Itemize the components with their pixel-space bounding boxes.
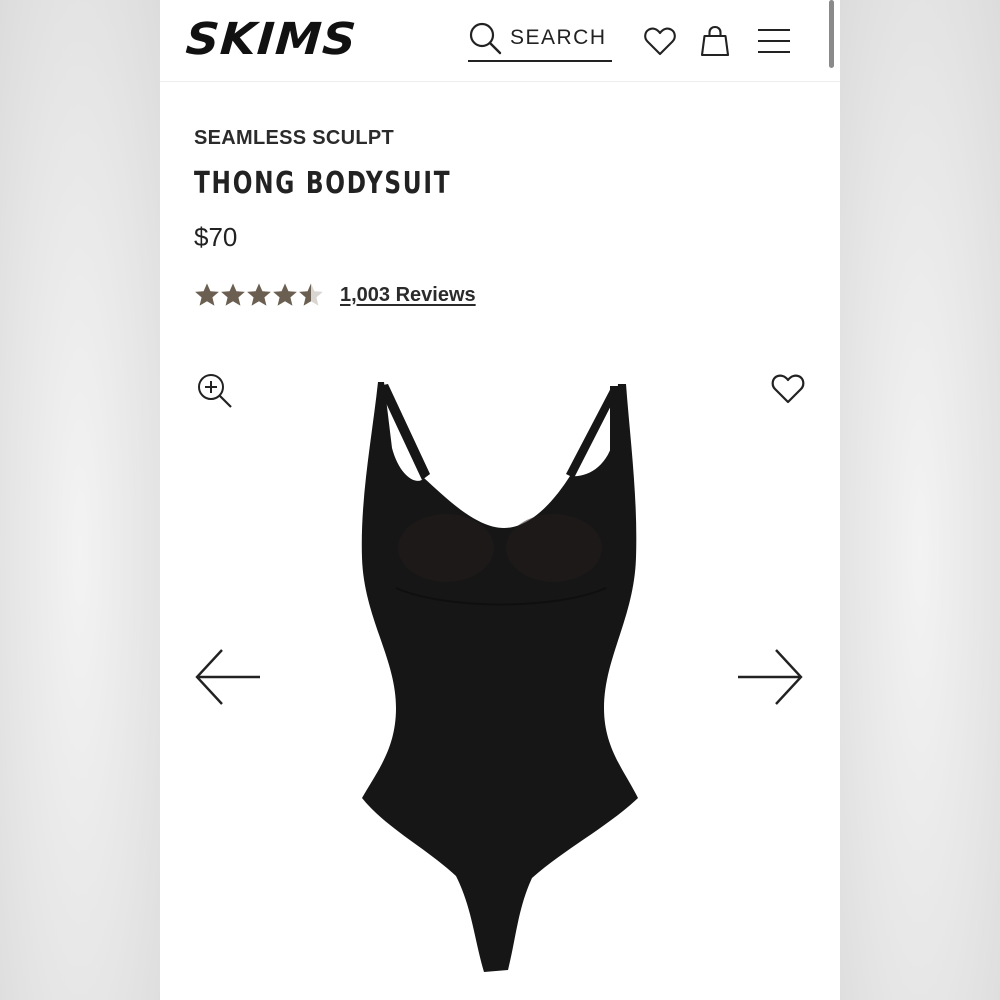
- star-half-icon: [299, 283, 323, 306]
- page-scrollbar[interactable]: [829, 0, 834, 68]
- wishlist-button[interactable]: [643, 24, 677, 58]
- search-label: SEARCH: [510, 26, 607, 49]
- cart-button[interactable]: [698, 24, 732, 58]
- product-title: THONG BODYSUIT: [194, 166, 452, 201]
- previous-image-button[interactable]: [194, 645, 262, 709]
- rating-stars: [194, 282, 324, 308]
- blurred-background-left: [0, 0, 160, 1000]
- zoom-in-icon: [198, 374, 232, 408]
- next-image-button[interactable]: [736, 645, 804, 709]
- menu-icon: [758, 28, 790, 54]
- star-full-icon: [273, 283, 297, 306]
- product-rating: 1,003 Reviews: [194, 282, 476, 308]
- skims-logo[interactable]: SKIMS: [184, 14, 359, 65]
- product-collection: SEAMLESS SCULPT: [194, 127, 395, 149]
- product-image-bodysuit: [361, 382, 638, 972]
- search-icon: [469, 22, 502, 55]
- star-full-icon: [221, 283, 245, 306]
- zoom-button[interactable]: [196, 372, 234, 410]
- blurred-background-right: [840, 0, 1000, 1000]
- search-bar[interactable]: SEARCH: [468, 16, 612, 62]
- product-page: SKIMS SEARCH SEAMLESS SCULPT THONG BODYS…: [160, 0, 840, 1000]
- arrow-left-icon: [195, 649, 260, 705]
- site-header: SKIMS SEARCH: [160, 0, 840, 82]
- menu-button[interactable]: [757, 24, 791, 58]
- product-price: $70: [194, 222, 238, 252]
- reviews-link[interactable]: 1,003 Reviews: [340, 284, 476, 307]
- favorite-heart-icon: [771, 374, 805, 404]
- star-full-icon: [195, 283, 219, 306]
- heart-icon: [644, 27, 676, 56]
- bag-icon: [700, 25, 730, 57]
- add-to-favorites-button[interactable]: [770, 370, 806, 406]
- arrow-right-icon: [738, 649, 803, 705]
- star-full-icon: [247, 283, 271, 306]
